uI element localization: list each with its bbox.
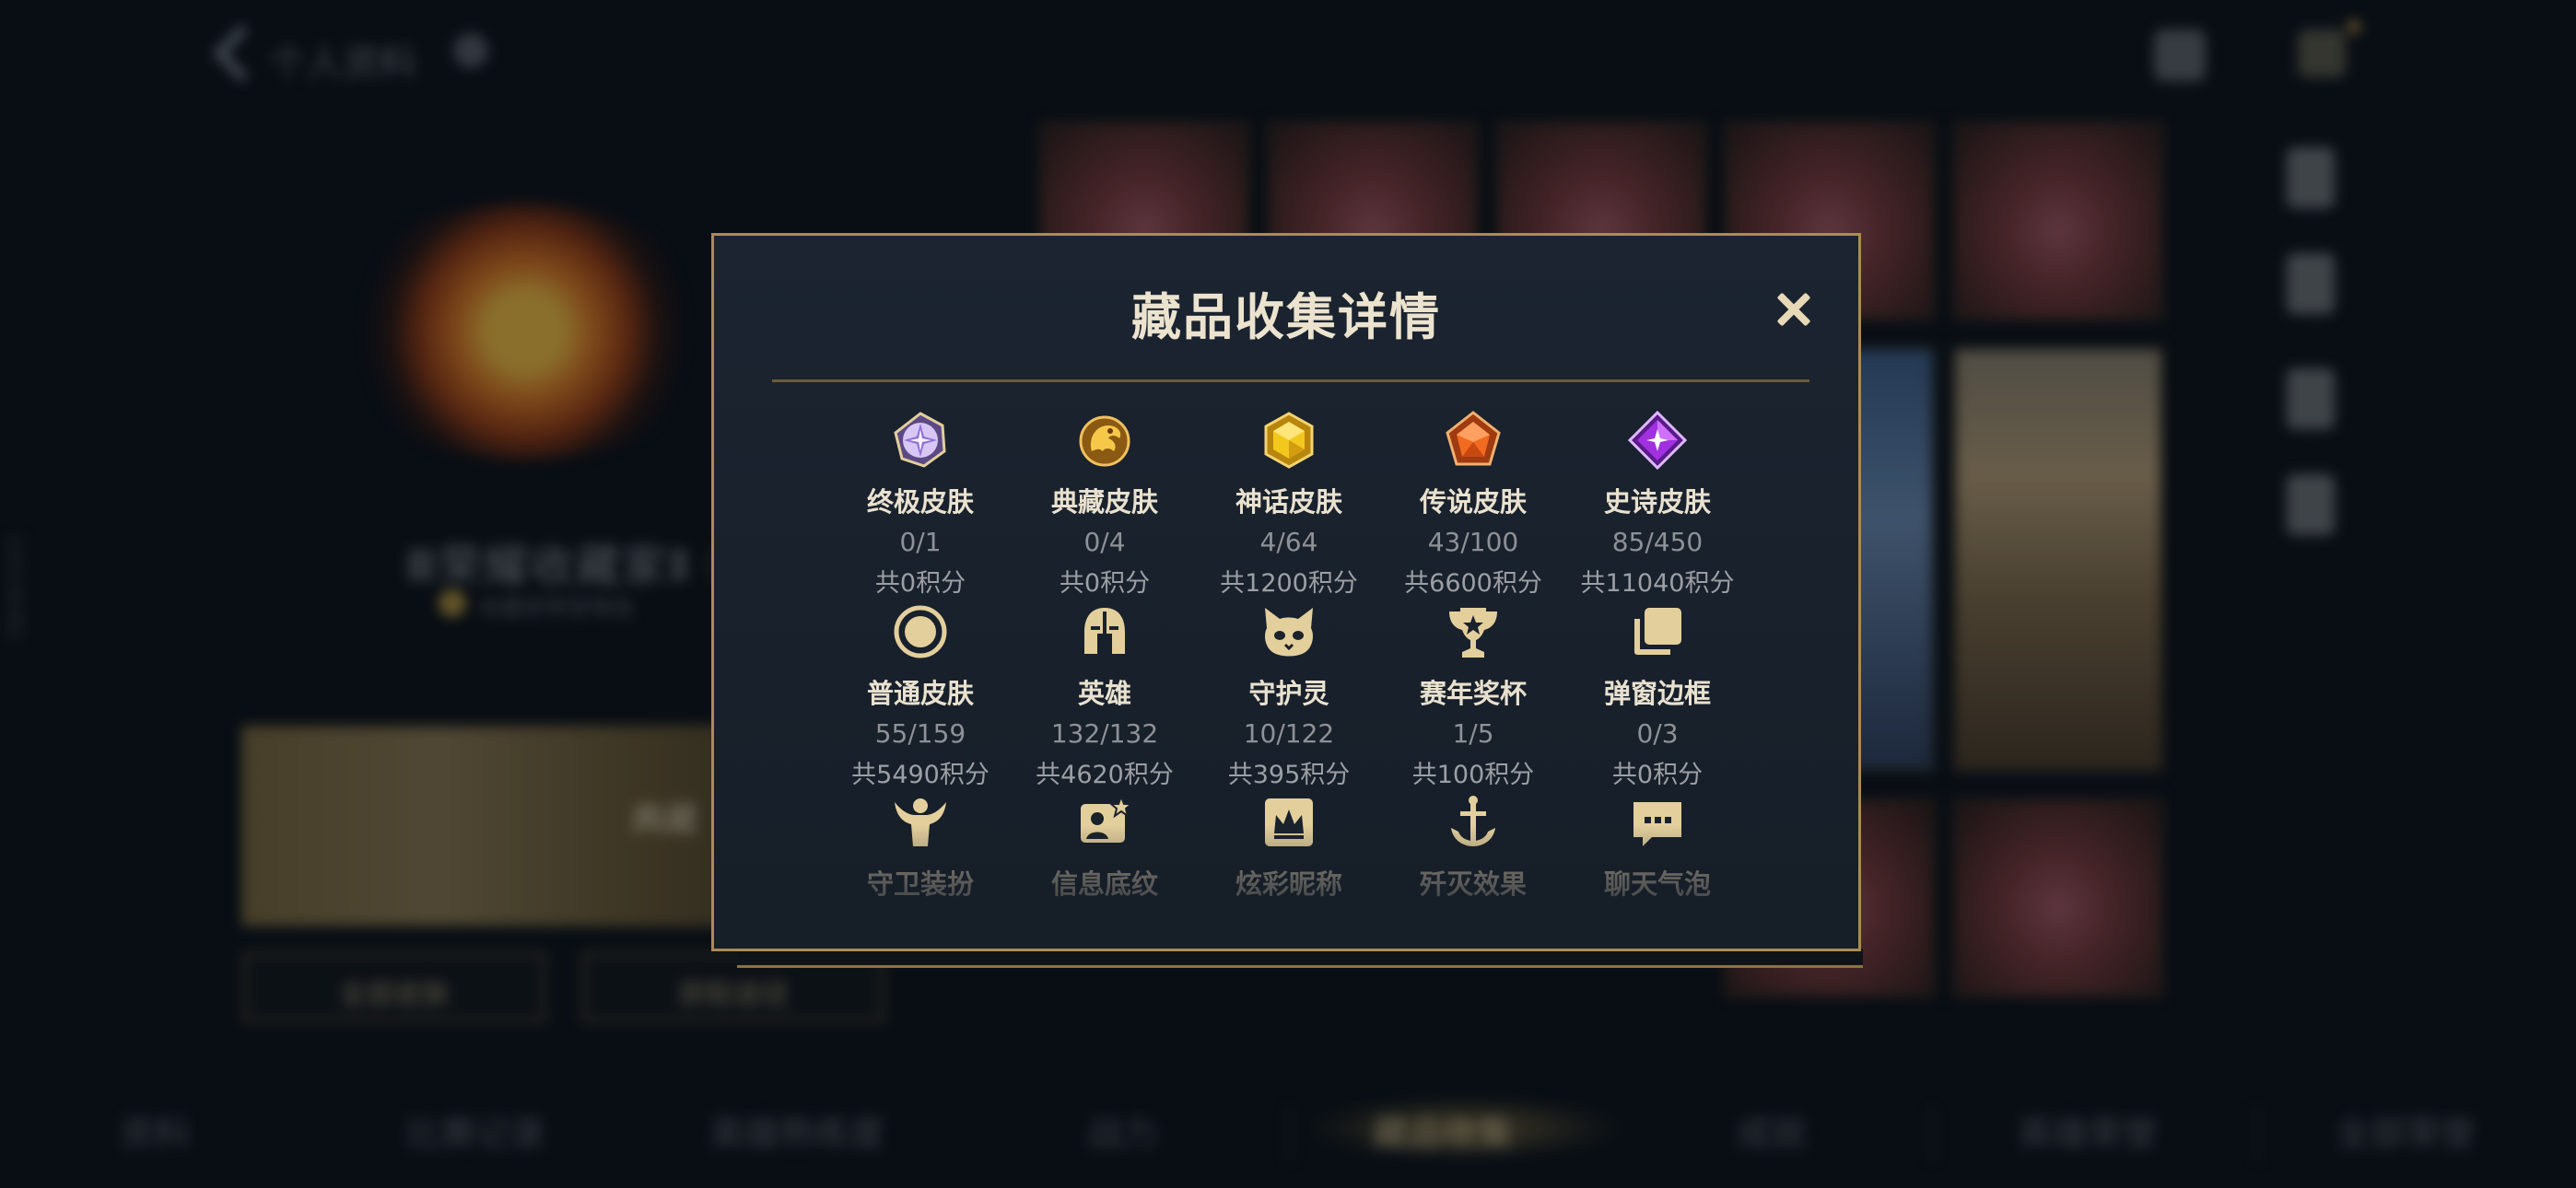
category-name: 英雄 [1077,678,1131,709]
guard-costume-icon [895,798,946,846]
category-mythic-skin[interactable]: 神话皮肤 4/64 共1200积分 [1197,411,1381,599]
category-name: 弹窗边框 [1603,678,1711,709]
popup-frame-icon [1634,608,1681,655]
category-points: 共0积分 [874,569,966,598]
annihilation-effect-icon [1451,796,1495,846]
category-points: 共0积分 [1059,569,1151,598]
category-legendary-skin[interactable]: 传说皮肤 43/100 共6600积分 [1381,411,1565,599]
category-name: 守卫装扮 [866,868,974,900]
category-count: 132/132 [1050,718,1159,749]
category-collection-skin[interactable]: 典藏皮肤 0/4 共0积分 [1013,411,1197,599]
normal-skin-ring-icon [894,605,947,658]
category-name: 聊天气泡 [1603,868,1711,900]
legendary-skin-gem-icon [1446,411,1501,466]
category-annihilation-effect[interactable]: 歼灭效果 [1381,793,1565,902]
category-name: 传说皮肤 [1419,486,1527,518]
category-season-trophy[interactable]: 赛年奖杯 1/5 共100积分 [1381,602,1565,790]
category-guard-costume[interactable]: 守卫装扮 [828,793,1013,902]
collection-details-dialog: 藏品收集详情 终极皮肤 0/1 共0积分 典藏皮肤 0/4 共0积分 神话皮肤 [711,233,1861,951]
category-chat-bubble[interactable]: 聊天气泡 [1565,793,1750,902]
category-points: 共395积分 [1227,761,1351,789]
info-texture-icon [1081,794,1134,843]
category-ultimate-skin[interactable]: 终极皮肤 0/1 共0积分 [828,411,1013,599]
guardian-spirit-icon [1265,608,1313,657]
category-count: 85/450 [1611,527,1704,557]
season-trophy-icon [1449,608,1497,658]
category-points: 共4620积分 [1036,761,1174,789]
dialog-title: 藏品收集详情 [1131,288,1441,346]
category-points: 共1200积分 [1220,569,1358,598]
category-points: 共100积分 [1411,761,1535,789]
title-divider [772,379,1809,382]
category-name: 歼灭效果 [1419,868,1527,900]
category-count: 4/64 [1259,527,1318,557]
category-points: 共6600积分 [1404,569,1542,598]
category-name: 神话皮肤 [1235,486,1342,518]
category-name: 史诗皮肤 [1603,486,1711,518]
category-count: 0/3 [1636,718,1679,749]
category-count: 55/159 [874,718,966,749]
chat-bubble-icon [1633,802,1681,846]
category-name: 守护灵 [1248,678,1329,709]
category-count: 10/122 [1243,718,1335,749]
category-count: 43/100 [1427,527,1519,557]
category-points: 共11040积分 [1580,569,1735,598]
category-name: 炫彩昵称 [1235,868,1342,900]
close-button[interactable] [1767,284,1817,333]
category-info-texture[interactable]: 信息底纹 [1013,793,1197,902]
category-count: 0/1 [899,527,942,557]
category-points: 共5490积分 [851,761,989,789]
category-epic-skin[interactable]: 史诗皮肤 85/450 共11040积分 [1565,411,1750,599]
category-normal-skin[interactable]: 普通皮肤 55/159 共5490积分 [828,602,1013,790]
colorful-nickname-icon [1265,798,1313,846]
hero-helmet-icon [1084,608,1125,654]
modal-base-strip [737,949,1863,968]
category-name: 信息底纹 [1050,868,1158,900]
ultimate-skin-gem-icon [894,412,946,468]
category-count: 1/5 [1452,718,1494,749]
category-hero[interactable]: 英雄 132/132 共4620积分 [1013,602,1197,790]
category-guardian-spirit[interactable]: 守护灵 10/122 共395积分 [1197,602,1381,790]
category-count: 0/4 [1083,527,1126,557]
category-popup-frame[interactable]: 弹窗边框 0/3 共0积分 [1565,602,1750,790]
category-points: 共0积分 [1611,761,1704,789]
category-name: 终极皮肤 [866,486,974,518]
category-name: 典藏皮肤 [1050,486,1158,518]
epic-skin-gem-icon [1628,411,1687,470]
mythic-skin-gem-icon [1264,412,1314,469]
category-name: 普通皮肤 [866,678,974,709]
collection-skin-dragon-icon [1079,415,1130,467]
category-colorful-nickname[interactable]: 炫彩昵称 [1197,793,1381,902]
category-name: 赛年奖杯 [1419,678,1527,709]
